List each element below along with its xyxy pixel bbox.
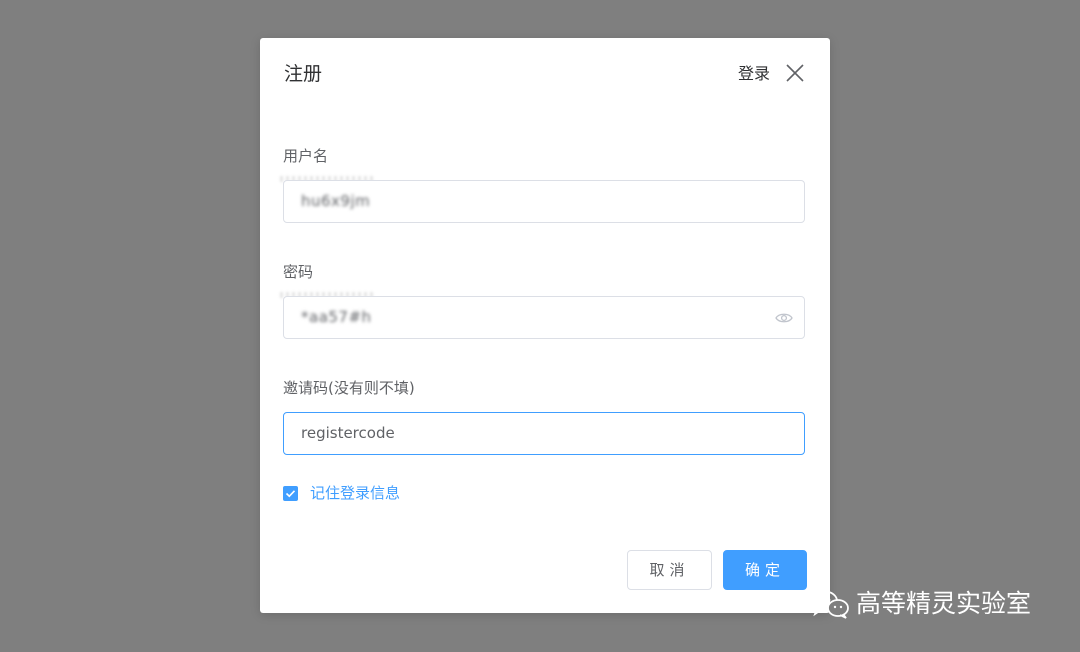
login-link[interactable]: 登录 — [738, 64, 770, 84]
check-icon — [285, 490, 296, 498]
remember-checkbox[interactable] — [283, 486, 298, 501]
remember-label: 记住登录信息 — [310, 484, 401, 502]
dialog-title: 注册 — [284, 63, 323, 85]
wechat-icon — [810, 588, 850, 620]
username-label: 用户名 — [283, 147, 329, 165]
username-value: hu6x9jm — [301, 192, 371, 210]
register-dialog: 注册 登录 用户名 hu6x9jm 密码 *aa57#h 邀请码(没有则不填) … — [260, 38, 830, 613]
invite-code-value: registercode — [301, 424, 395, 442]
password-label: 密码 — [283, 263, 314, 281]
close-icon[interactable] — [784, 62, 806, 84]
eye-icon[interactable] — [775, 310, 793, 324]
invite-code-input[interactable]: registercode — [283, 412, 805, 455]
password-input[interactable]: *aa57#h — [283, 296, 805, 339]
invite-code-label: 邀请码(没有则不填) — [283, 379, 415, 397]
watermark-text: 高等精灵实验室 — [856, 589, 1032, 618]
password-value: *aa57#h — [301, 308, 372, 326]
username-input[interactable]: hu6x9jm — [283, 180, 805, 223]
confirm-button[interactable]: 确定 — [723, 550, 807, 590]
cancel-button[interactable]: 取消 — [627, 550, 712, 590]
watermark: 高等精灵实验室 — [810, 586, 1031, 622]
